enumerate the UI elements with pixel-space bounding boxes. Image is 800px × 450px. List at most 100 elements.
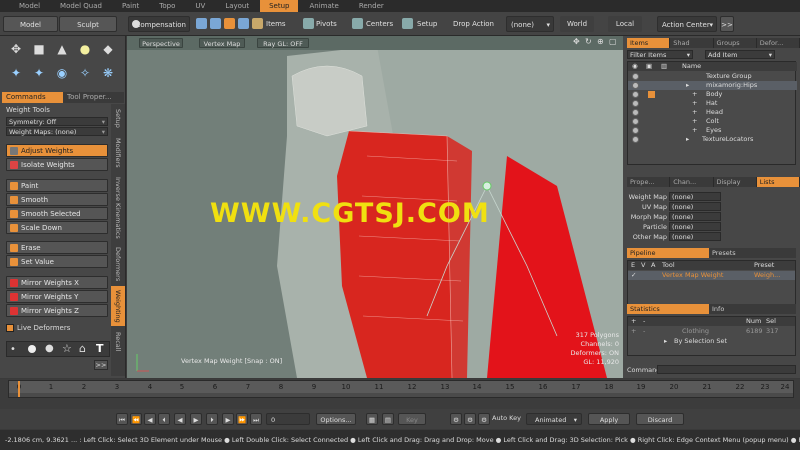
- tab-tool-properties[interactable]: Tool Proper...: [63, 92, 124, 103]
- visibility-icon[interactable]: [632, 109, 639, 116]
- setup-icon[interactable]: [402, 18, 413, 29]
- visibility-icon[interactable]: [632, 100, 639, 107]
- tab-commands[interactable]: Commands: [2, 92, 63, 103]
- first-frame-icon[interactable]: ⏮: [116, 413, 128, 425]
- expand-arrow-icon[interactable]: ▸: [686, 135, 689, 144]
- stats-row[interactable]: ▸ By Selection Set: [628, 337, 795, 346]
- isolate-weights-button[interactable]: Isolate Weights: [6, 158, 108, 171]
- rig-icon[interactable]: ❋: [98, 63, 118, 83]
- auto-key-icon[interactable]: ⚙: [450, 413, 462, 425]
- key-button[interactable]: Key: [398, 413, 426, 425]
- set-value-button[interactable]: Set Value: [6, 255, 108, 268]
- visibility-icon[interactable]: [632, 82, 639, 89]
- plus-icon[interactable]: +: [692, 90, 697, 99]
- particle-select[interactable]: (none): [669, 222, 721, 231]
- play-icon[interactable]: ▶: [190, 413, 202, 425]
- discard-button[interactable]: Discard: [636, 413, 684, 425]
- key-icon[interactable]: ⚙: [464, 413, 476, 425]
- tab-channels[interactable]: Chan...: [670, 177, 714, 187]
- scale-down-button[interactable]: Scale Down: [6, 221, 108, 234]
- locator-icon[interactable]: ◆: [98, 39, 118, 59]
- transform-icon[interactable]: ✥: [6, 39, 26, 59]
- 3d-viewport[interactable]: Perspective Vertex Map Ray GL: OFF ✥ ↻ ⊕…: [127, 36, 623, 378]
- tab-uv[interactable]: UV: [186, 0, 214, 12]
- set-key-icon[interactable]: ⚙: [478, 413, 490, 425]
- camera-icon[interactable]: ■: [29, 39, 49, 59]
- mirror-weights-y-button[interactable]: Mirror Weights Y: [6, 290, 108, 303]
- joint-icon[interactable]: ✦: [6, 63, 26, 83]
- tab-render[interactable]: Render: [350, 0, 393, 12]
- live-deformers-checkbox[interactable]: [6, 324, 14, 332]
- pipeline-tab[interactable]: Pipeline: [627, 248, 709, 258]
- skeleton-icon[interactable]: ✦: [29, 63, 49, 83]
- drop-action-select[interactable]: (none) ▾: [506, 16, 554, 32]
- key-filter-icon[interactable]: ▤: [382, 413, 394, 425]
- deformer-icon[interactable]: ◉: [52, 63, 72, 83]
- compensation-toggle[interactable]: Compensation: [128, 16, 190, 32]
- plus-icon[interactable]: +: [692, 117, 697, 126]
- brush-icon[interactable]: ●: [45, 343, 54, 354]
- step-forward-icon[interactable]: ▶: [222, 413, 234, 425]
- options-button[interactable]: Options...: [316, 413, 356, 425]
- frame-input[interactable]: 0: [266, 413, 310, 425]
- tab-items[interactable]: Items: [627, 38, 671, 48]
- plus-icon[interactable]: +: [692, 108, 697, 117]
- plus-icon[interactable]: +: [692, 126, 697, 135]
- auto-key-label[interactable]: Auto Key: [492, 414, 521, 422]
- centers-label[interactable]: Centers: [366, 16, 393, 32]
- visibility-icon[interactable]: [632, 127, 639, 134]
- filter-items-select[interactable]: Filter Items ▾: [627, 50, 693, 59]
- smooth-button[interactable]: Smooth: [6, 193, 108, 206]
- model-button[interactable]: Model: [3, 16, 58, 32]
- bind-icon[interactable]: ✧: [75, 63, 95, 83]
- pipeline-row[interactable]: ✓ Vertex Map Weight Weigh...: [628, 271, 795, 280]
- tab-model-quad[interactable]: Model Quad: [51, 0, 111, 12]
- local-button[interactable]: Local: [608, 16, 642, 32]
- perspective-menu[interactable]: Perspective: [139, 38, 183, 48]
- smooth-selected-button[interactable]: Smooth Selected: [6, 207, 108, 220]
- play-reverse-icon[interactable]: ◀: [174, 413, 186, 425]
- tab-model[interactable]: Model: [10, 0, 49, 12]
- vtab-recall[interactable]: Recall: [111, 328, 125, 356]
- prev-frame-icon[interactable]: ⏴: [158, 413, 170, 425]
- tab-properties[interactable]: Prope...: [627, 177, 671, 187]
- command-input[interactable]: [657, 365, 796, 374]
- tab-lists[interactable]: Lists: [756, 177, 800, 187]
- playhead[interactable]: [18, 381, 20, 397]
- paint-button[interactable]: Paint: [6, 179, 108, 192]
- plus-icon[interactable]: +: [692, 99, 697, 108]
- items-select-icon[interactable]: [252, 18, 263, 29]
- items-label[interactable]: Items: [266, 16, 286, 32]
- tab-topo[interactable]: Topo: [150, 0, 184, 12]
- tab-groups[interactable]: Groups: [713, 38, 757, 48]
- other-map-select[interactable]: (none): [669, 232, 721, 241]
- adjust-weights-button[interactable]: Adjust Weights: [6, 144, 108, 157]
- expand-arrow-icon[interactable]: ▸: [686, 81, 689, 90]
- statistics-tab[interactable]: Statistics: [627, 304, 709, 314]
- info-tab[interactable]: Info: [709, 304, 796, 314]
- list-item[interactable]: Texture Group: [628, 72, 797, 81]
- plus-icon[interactable]: +: [631, 317, 636, 326]
- tab-setup[interactable]: Setup: [260, 0, 299, 12]
- star-icon[interactable]: ☆: [62, 342, 72, 355]
- pivots-icon[interactable]: [303, 18, 314, 29]
- zoom-view-icon[interactable]: ⊕: [597, 37, 604, 46]
- stats-row[interactable]: + - Clothing 6189 317: [628, 327, 795, 336]
- left-more-button[interactable]: >>: [94, 360, 108, 370]
- ray-gl-toggle[interactable]: Ray GL: OFF: [257, 38, 309, 48]
- expand-arrow-icon[interactable]: ▸: [664, 337, 667, 346]
- tab-animate[interactable]: Animate: [300, 0, 347, 12]
- timeline-ruler[interactable]: 0 1 2 3 4 5 6 7 8 9 10 11 12 13 14 15 16…: [8, 380, 794, 398]
- lock-icon[interactable]: [648, 91, 655, 98]
- dot-icon[interactable]: •: [10, 344, 16, 355]
- edge-select-icon[interactable]: [210, 18, 221, 29]
- list-item[interactable]: + Body: [628, 90, 797, 99]
- minus-icon[interactable]: -: [643, 317, 645, 326]
- vtab-modifiers[interactable]: Modifiers: [111, 134, 125, 172]
- toolbar-more-button[interactable]: >>: [720, 16, 734, 32]
- vtab-setup[interactable]: Setup: [111, 104, 125, 132]
- centers-icon[interactable]: [352, 18, 363, 29]
- next-frame-icon[interactable]: ⏵: [206, 413, 218, 425]
- vertex-map-menu[interactable]: Vertex Map: [199, 38, 245, 48]
- visibility-icon[interactable]: [632, 136, 639, 143]
